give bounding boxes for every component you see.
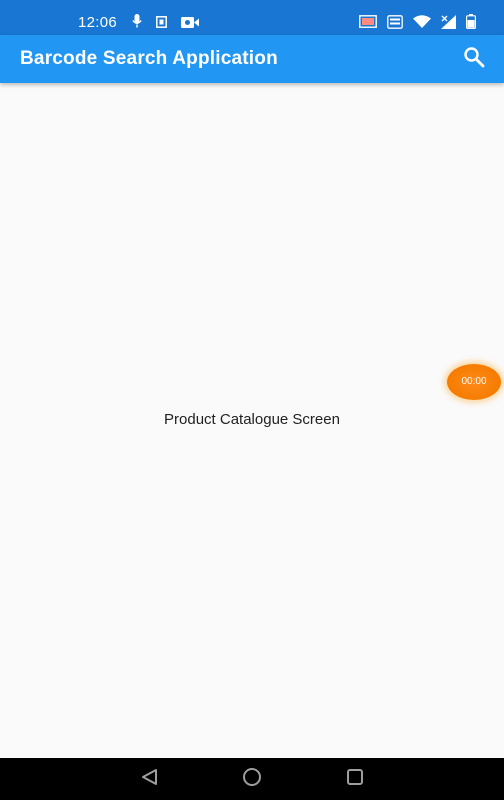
- cast-icon: [359, 15, 377, 33]
- video-record-icon: [181, 15, 199, 33]
- navigation-bar: [0, 758, 504, 800]
- recorder-timer-bubble[interactable]: 00:00: [447, 364, 501, 400]
- app-title: Barcode Search Application: [20, 48, 278, 69]
- sim-card-icon: [156, 15, 167, 33]
- screen-placeholder-text: Product Catalogue Screen: [164, 411, 340, 428]
- recents-icon: [346, 768, 364, 791]
- signal-icon: [441, 14, 456, 34]
- status-bar: 12:06: [0, 0, 504, 35]
- home-icon: [242, 767, 262, 792]
- wifi-icon: [413, 15, 431, 33]
- status-left-icons: [132, 14, 199, 33]
- nav-home-button[interactable]: [241, 767, 263, 792]
- mic-icon: [132, 14, 142, 33]
- app-bar: Barcode Search Application: [0, 35, 504, 83]
- nav-recents-button[interactable]: [344, 768, 366, 790]
- search-button[interactable]: [460, 45, 488, 73]
- search-icon: [463, 46, 485, 73]
- battery-icon: [466, 14, 477, 34]
- volte-icon: [387, 14, 403, 34]
- status-right-icons: [359, 14, 477, 34]
- back-icon: [141, 768, 159, 791]
- status-time: 12:06: [78, 14, 118, 31]
- nav-back-button[interactable]: [139, 768, 161, 790]
